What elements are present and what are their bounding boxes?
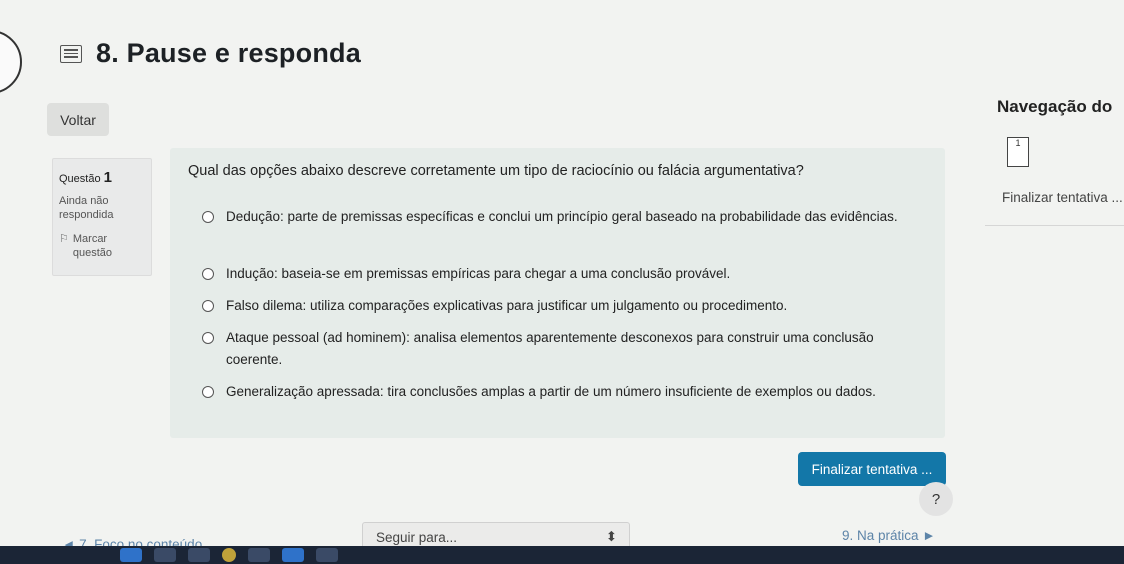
answer-option-5[interactable]: Generalização apressada: tira conclusões… — [202, 381, 902, 403]
answer-option-text: Ataque pessoal (ad hominem): analisa ele… — [226, 330, 874, 367]
jump-to-placeholder: Seguir para... — [376, 529, 458, 545]
taskbar-app-icon[interactable] — [248, 548, 270, 562]
question-nav-button-1[interactable]: 1 — [1007, 137, 1029, 167]
flag-icon: ⚐ — [59, 233, 69, 245]
radio-button[interactable] — [202, 211, 214, 223]
next-activity-link[interactable]: 9. Na prática ► — [842, 528, 936, 543]
taskbar-app-icon[interactable] — [222, 548, 236, 562]
taskbar — [0, 546, 1124, 564]
answer-option-1[interactable]: Dedução: parte de premissas específicas … — [202, 206, 902, 228]
taskbar-app-icon[interactable] — [282, 548, 304, 562]
answer-option-text: Dedução: parte de premissas específicas … — [226, 209, 898, 224]
quiz-icon — [60, 44, 82, 63]
page-title: 8. Pause e responda — [96, 38, 361, 68]
answer-option-3[interactable]: Falso dilema: utiliza comparações explic… — [202, 295, 902, 317]
answer-option-4[interactable]: Ataque pessoal (ad hominem): analisa ele… — [202, 327, 902, 371]
taskbar-app-icon[interactable] — [154, 548, 176, 562]
divider — [985, 225, 1124, 226]
radio-button[interactable] — [202, 300, 214, 312]
question-content: Qual das opções abaixo descreve corretam… — [170, 148, 945, 438]
question-number-value: 1 — [103, 169, 112, 186]
quiz-navigation-title: Navegação do — [997, 97, 1113, 116]
select-arrow-icon: ⬍ — [605, 529, 617, 544]
answer-option-text: Generalização apressada: tira conclusões… — [226, 384, 876, 399]
flag-question-link[interactable]: ⚐ Marcar questão — [59, 232, 145, 260]
answer-option-text: Indução: baseia-se em premissas empírica… — [226, 266, 731, 281]
question-status: Ainda não respondida — [59, 195, 114, 221]
partial-circle-decoration — [0, 30, 22, 94]
question-label: Questão — [59, 173, 101, 185]
help-button[interactable]: ? — [919, 482, 953, 516]
answer-option-text: Falso dilema: utiliza comparações explic… — [226, 298, 788, 313]
question-info: Questão 1 Ainda não respondida ⚐ Marcar … — [52, 158, 152, 276]
back-button[interactable]: Voltar — [47, 103, 109, 136]
finish-attempt-button[interactable]: Finalizar tentativa ... — [798, 452, 946, 486]
finish-attempt-link[interactable]: Finalizar tentativa ... — [1002, 190, 1123, 205]
question-number: Questão 1 — [59, 169, 145, 186]
answer-option-2[interactable]: Indução: baseia-se em premissas empírica… — [202, 263, 902, 285]
radio-button[interactable] — [202, 386, 214, 398]
question-text: Qual das opções abaixo descreve corretam… — [188, 163, 804, 179]
question-nav-number: 1 — [1015, 138, 1021, 148]
taskbar-app-icon[interactable] — [120, 548, 142, 562]
flag-question-label: Marcar questão — [72, 233, 113, 259]
taskbar-app-icon[interactable] — [188, 548, 210, 562]
taskbar-app-icon[interactable] — [316, 548, 338, 562]
page-header: 8. Pause e responda — [60, 38, 361, 69]
radio-button[interactable] — [202, 332, 214, 344]
radio-button[interactable] — [202, 268, 214, 280]
quiz-page: 8. Pause e responda Voltar Questão 1 Ain… — [0, 0, 1124, 564]
